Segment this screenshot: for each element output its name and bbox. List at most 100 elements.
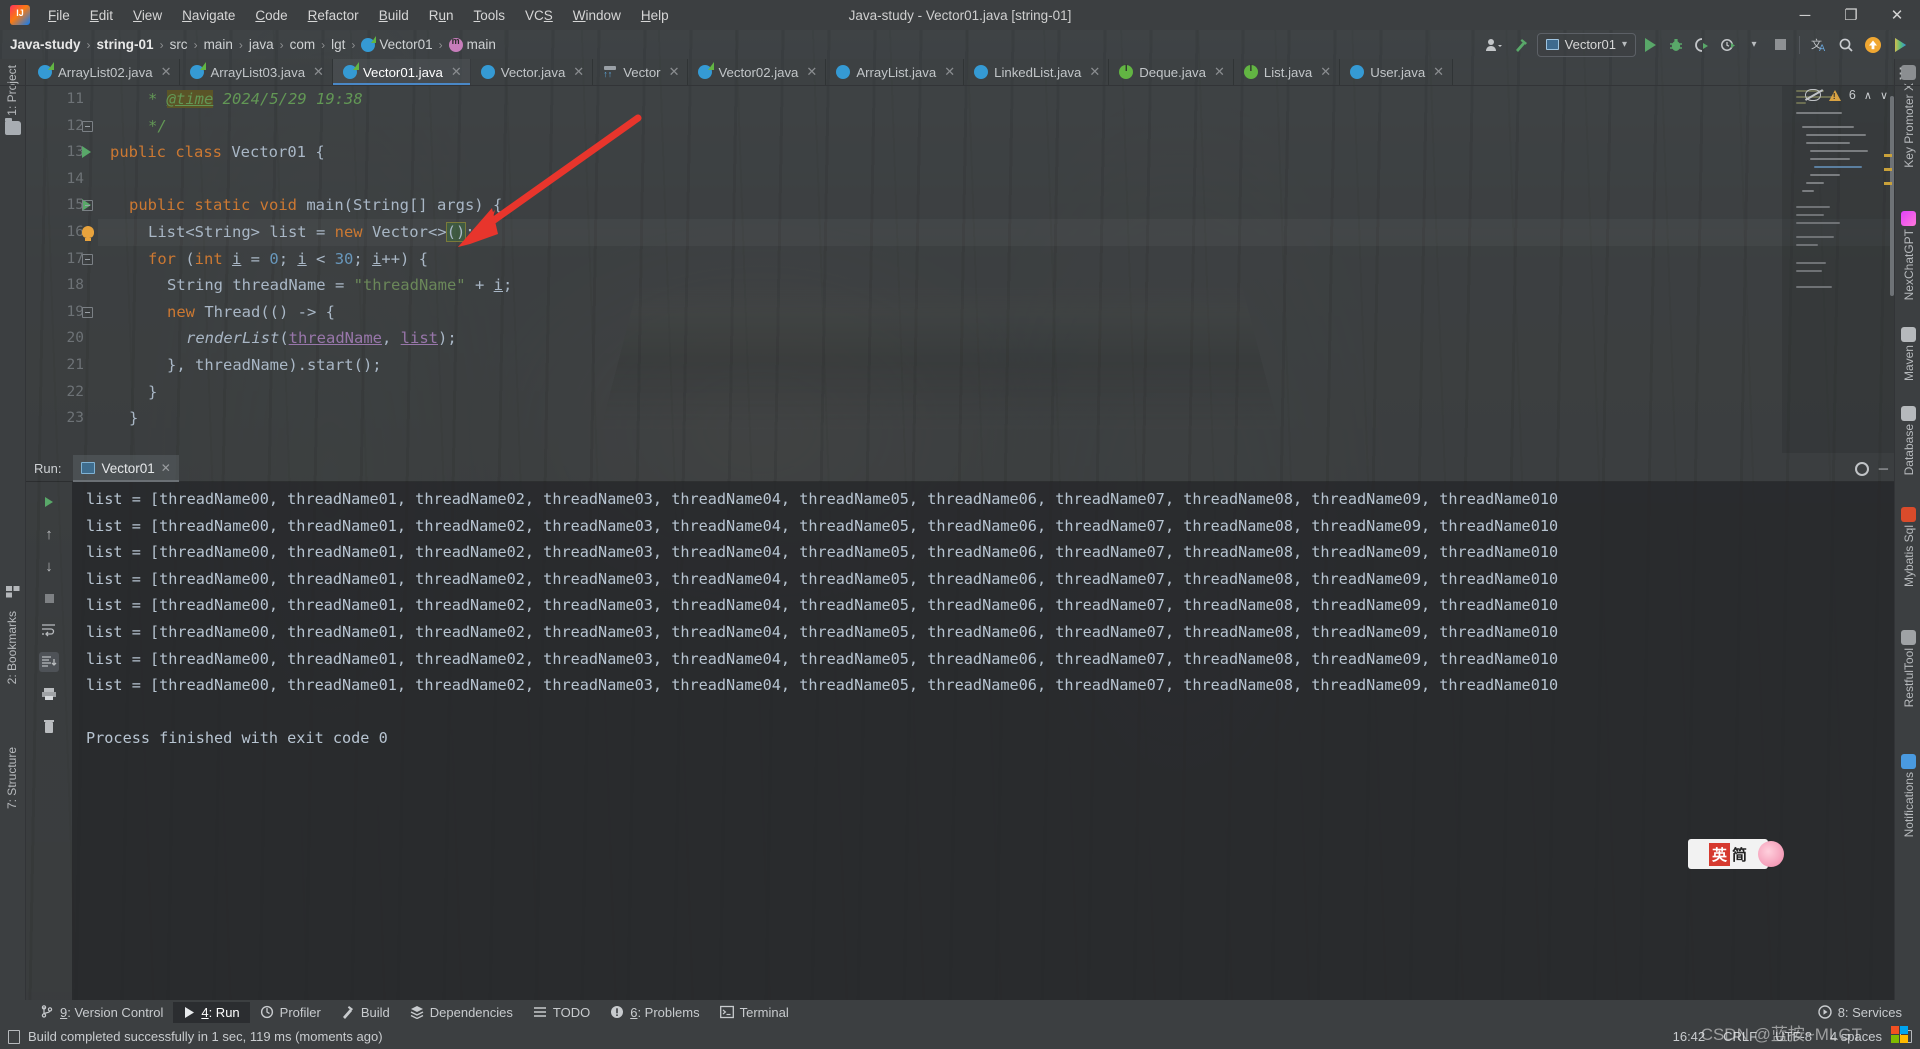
menu-item-window[interactable]: Window [563, 4, 631, 27]
code-line[interactable]: for (int i = 0; i < 30; i++) { [98, 246, 428, 273]
code-fold-toggle[interactable] [82, 306, 93, 318]
line-number[interactable]: 15 [44, 192, 84, 219]
editor-tab-arraylist02-java[interactable]: ArrayList02.java ✕ [28, 59, 181, 85]
close-icon[interactable]: ✕ [573, 64, 584, 80]
breadcrumb-item-src[interactable]: src [170, 37, 188, 52]
code-line[interactable]: new Thread(() -> { [98, 299, 335, 326]
bottom-item-dependencies[interactable]: Dependencies [400, 1002, 523, 1023]
close-icon[interactable]: ✕ [806, 64, 817, 80]
up-button[interactable]: ↑ [39, 524, 59, 544]
code-line[interactable]: */ [98, 113, 167, 140]
editor-tab-vector[interactable]: Vector ✕ [593, 59, 689, 85]
editor-tab-arraylist-java[interactable]: ArrayList.java ✕ [826, 59, 965, 85]
rerun-button[interactable] [39, 492, 59, 512]
breadcrumb-item-vector01[interactable]: Vector01 [361, 35, 433, 52]
code-line[interactable]: } [98, 405, 138, 432]
code-text-area[interactable]: * @time 2024/5/29 19:38 */ public class Ve… [98, 86, 1894, 453]
error-stripe-warning-3[interactable] [1884, 182, 1892, 185]
stop-button[interactable] [39, 588, 59, 608]
gear-icon[interactable] [1854, 461, 1869, 476]
breadcrumb-item-main[interactable]: main [204, 37, 233, 52]
breadcrumb-item-string-01[interactable]: string-01 [97, 37, 154, 52]
bottom-item-9-version-control[interactable]: 9: Version Control [30, 1002, 173, 1023]
search-icon[interactable] [1834, 33, 1858, 57]
line-number[interactable]: 17 [44, 246, 84, 273]
right-strip-item-database[interactable]: Database [1901, 405, 1916, 475]
editor-tab-vector02-java[interactable]: Vector02.java ✕ [688, 59, 827, 85]
run-with-coverage-icon[interactable] [1690, 33, 1714, 57]
bottom-item-build[interactable]: Build [331, 1002, 400, 1023]
code-fold-toggle[interactable] [82, 253, 93, 265]
line-number[interactable]: 21 [44, 352, 84, 379]
line-number[interactable]: 13 [44, 139, 84, 166]
menu-item-refactor[interactable]: Refactor [298, 4, 369, 27]
update-available-icon[interactable] [1860, 33, 1886, 57]
translate-icon[interactable]: 文A [1807, 33, 1832, 57]
breadcrumb-item-java[interactable]: java [249, 37, 274, 52]
menu-item-code[interactable]: Code [245, 4, 297, 27]
line-number[interactable]: 16 [44, 219, 84, 246]
close-icon[interactable]: ✕ [669, 64, 680, 80]
minimize-button[interactable]: ─ [1782, 0, 1828, 30]
editor-tab-vector01-java[interactable]: Vector01.java ✕ [332, 59, 471, 85]
more-tabs-icon[interactable]: ⋮ [1887, 59, 1914, 86]
menu-item-file[interactable]: File [38, 4, 80, 27]
menu-item-view[interactable]: View [123, 4, 172, 27]
error-stripe-warning-2[interactable] [1884, 168, 1892, 171]
close-button[interactable]: ✕ [1874, 0, 1920, 30]
editor-tab-deque-java[interactable]: Deque.java ✕ [1109, 59, 1234, 85]
inspection-widget[interactable]: 6 ∧ ∨ [1804, 88, 1888, 102]
code-editor[interactable]: 11 12 13 14 15 16 17 18 19 20 21 22 23 * @time 2024/… [26, 86, 1894, 453]
breadcrumb-item-main[interactable]: main [448, 36, 496, 52]
bottom-item-profiler[interactable]: Profiler [250, 1002, 331, 1023]
code-line[interactable]: List<String> list = new Vector<>(); [98, 219, 475, 246]
editor-tab-list-java[interactable]: List.java ✕ [1233, 59, 1341, 85]
right-strip-item-mybatis-sql[interactable]: Mybatis Sql [1901, 506, 1916, 587]
menu-item-navigate[interactable]: Navigate [172, 4, 245, 27]
maximize-button[interactable]: ❐ [1828, 0, 1874, 30]
code-line[interactable]: renderList(threadName, list); [98, 325, 457, 352]
soft-wrap-button[interactable] [39, 620, 59, 640]
line-number[interactable]: 20 [44, 325, 84, 352]
account-icon[interactable] [1481, 33, 1507, 57]
print-button[interactable] [39, 684, 59, 704]
sidebar-item-bookmarks[interactable]: 2: Bookmarks [5, 611, 19, 684]
close-icon[interactable]: ✕ [451, 64, 462, 80]
run-configuration-selector[interactable]: Vector01 ▾ [1536, 32, 1636, 57]
editor-gutter[interactable]: 11 12 13 14 15 16 17 18 19 20 21 22 23 [26, 86, 98, 453]
menu-item-vcs[interactable]: VCS [515, 4, 563, 27]
intention-bulb-icon[interactable] [82, 226, 94, 241]
code-fold-toggle[interactable] [82, 200, 93, 212]
scroll-to-end-button[interactable] [39, 652, 59, 672]
inspection-eye-off-icon[interactable] [1804, 89, 1821, 101]
menu-item-tools[interactable]: Tools [464, 4, 516, 27]
code-line[interactable] [98, 166, 110, 193]
code-line[interactable]: String threadName = "threadName" + i; [98, 272, 512, 299]
menu-item-build[interactable]: Build [369, 4, 419, 27]
close-icon[interactable]: ✕ [161, 461, 171, 475]
clear-all-button[interactable] [39, 716, 59, 736]
close-icon[interactable]: ✕ [1214, 64, 1225, 80]
right-strip-item-restfultool[interactable]: RestfulTool [1901, 630, 1916, 708]
code-line[interactable]: public static void main(String[] args) { [98, 192, 502, 219]
bottom-item-6-problems[interactable]: 6: Problems [600, 1002, 709, 1023]
editor-tab-arraylist03-java[interactable]: ArrayList03.java ✕ [180, 59, 333, 85]
line-number[interactable]: 22 [44, 379, 84, 406]
bottom-item-4-run[interactable]: 4: Run [173, 1001, 250, 1023]
menu-item-help[interactable]: Help [631, 4, 679, 27]
run-play-icon[interactable] [1638, 33, 1662, 57]
right-strip-item-nexchatgpt[interactable]: NexChatGPT [1901, 210, 1916, 300]
chevron-down-icon-2[interactable]: ▾ [1742, 33, 1766, 57]
close-icon[interactable]: ✕ [313, 64, 324, 80]
editor-minimap[interactable] [1782, 86, 1894, 453]
minimize-icon[interactable]: ─ [1879, 461, 1888, 476]
breadcrumb-item-lgt[interactable]: lgt [331, 37, 345, 52]
hammer-icon[interactable] [1509, 33, 1535, 57]
console-output[interactable]: list = [threadName00, threadName01, thre… [72, 482, 1894, 1000]
line-number[interactable]: 18 [44, 272, 84, 299]
code-line[interactable]: public class Vector01 { [98, 139, 325, 166]
profiler-icon[interactable] [1716, 33, 1740, 57]
line-number[interactable]: 19 [44, 299, 84, 326]
breadcrumb-item-java-study[interactable]: Java-study [10, 37, 81, 52]
code-fold-toggle[interactable] [82, 120, 93, 132]
